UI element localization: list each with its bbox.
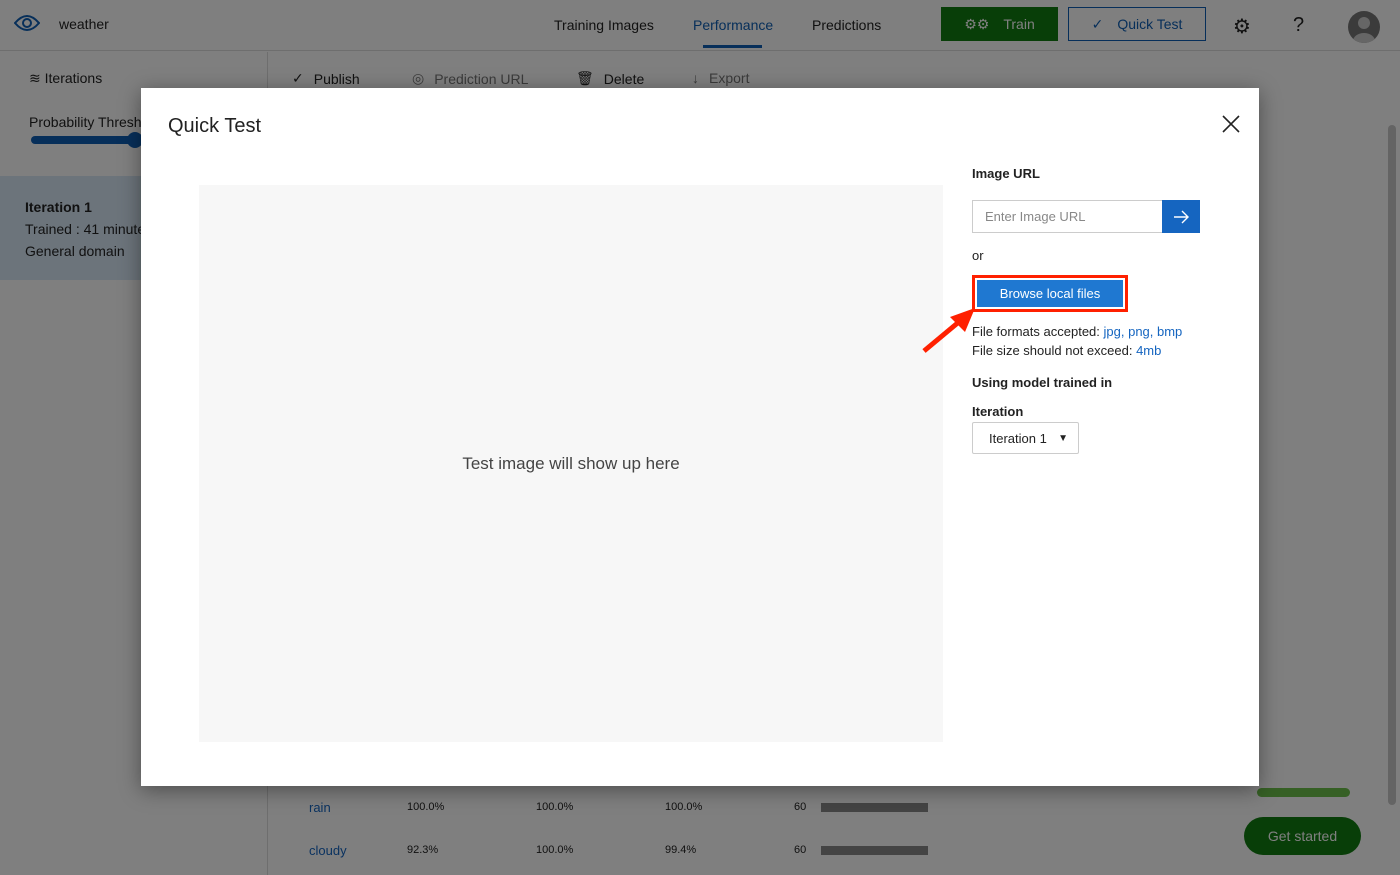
image-url-label: Image URL: [972, 166, 1040, 181]
size-value: 4mb: [1136, 343, 1162, 358]
quick-test-dialog: Quick Test Test image will show up here …: [141, 88, 1259, 786]
iteration-label: Iteration: [972, 404, 1024, 419]
or-label: or: [972, 248, 984, 263]
iteration-select[interactable]: Iteration 1 ▼: [972, 422, 1079, 454]
iteration-value: Iteration 1: [989, 430, 1047, 446]
dialog-title: Quick Test: [168, 115, 261, 137]
highlight-box: Browse local files: [972, 275, 1128, 312]
size-label: File size should not exceed:: [972, 343, 1133, 358]
formats-label: File formats accepted:: [972, 324, 1100, 339]
browse-local-files-button[interactable]: Browse local files: [977, 280, 1123, 307]
model-label: Using model trained in: [972, 375, 1113, 390]
submit-url-button[interactable]: [1162, 200, 1200, 233]
file-size: File size should not exceed: 4mb: [972, 343, 1161, 358]
arrow-right-icon: [1174, 210, 1189, 223]
preview-placeholder: Test image will show up here: [462, 453, 680, 473]
image-url-input[interactable]: [972, 200, 1163, 233]
image-preview-area: Test image will show up here: [199, 185, 943, 742]
chevron-down-icon: ▼: [1058, 432, 1068, 444]
formats-value: jpg, png, bmp: [1103, 324, 1183, 339]
file-formats: File formats accepted: jpg, png, bmp: [972, 324, 1182, 339]
red-arrow-annotation-icon: [922, 308, 975, 353]
close-icon[interactable]: [1221, 114, 1241, 134]
